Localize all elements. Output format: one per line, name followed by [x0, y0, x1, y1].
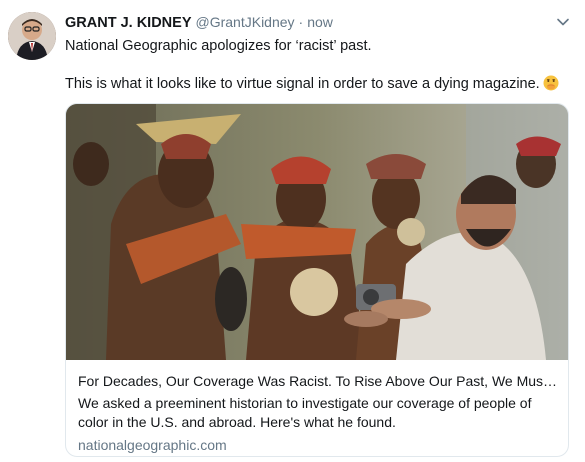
card-body: For Decades, Our Coverage Was Racist. To…	[78, 372, 558, 455]
card-title[interactable]: For Decades, Our Coverage Was Racist. To…	[78, 372, 558, 391]
tweet[interactable]: GRANT J. KIDNEY @GrantJKidney · now Nati…	[0, 0, 585, 462]
tweet-text: National Geographic apologizes for ‘raci…	[65, 37, 569, 94]
tweet-header: GRANT J. KIDNEY @GrantJKidney · now	[65, 14, 565, 34]
link-card[interactable]: For Decades, Our Coverage Was Racist. To…	[65, 103, 569, 457]
separator: ·	[298, 14, 304, 30]
card-domain[interactable]: nationalgeographic.com	[78, 436, 558, 455]
card-image[interactable]	[66, 104, 568, 360]
avatar[interactable]	[8, 12, 56, 60]
timestamp[interactable]: now	[307, 14, 333, 30]
chevron-down-icon[interactable]	[555, 14, 571, 30]
tweet-text-line-2-content: This is what it looks like to virtue sig…	[65, 76, 540, 92]
card-description: We asked a preeminent historian to inves…	[78, 395, 532, 430]
tweet-text-line-1: National Geographic apologizes for ‘raci…	[65, 38, 372, 54]
author-handle[interactable]: @GrantJKidney	[196, 14, 295, 30]
avatar-image	[8, 12, 56, 60]
author-name[interactable]: GRANT J. KIDNEY	[65, 15, 192, 31]
face-with-hand-over-mouth-icon	[543, 75, 559, 91]
tweet-text-line-2: This is what it looks like to virtue sig…	[65, 75, 569, 94]
